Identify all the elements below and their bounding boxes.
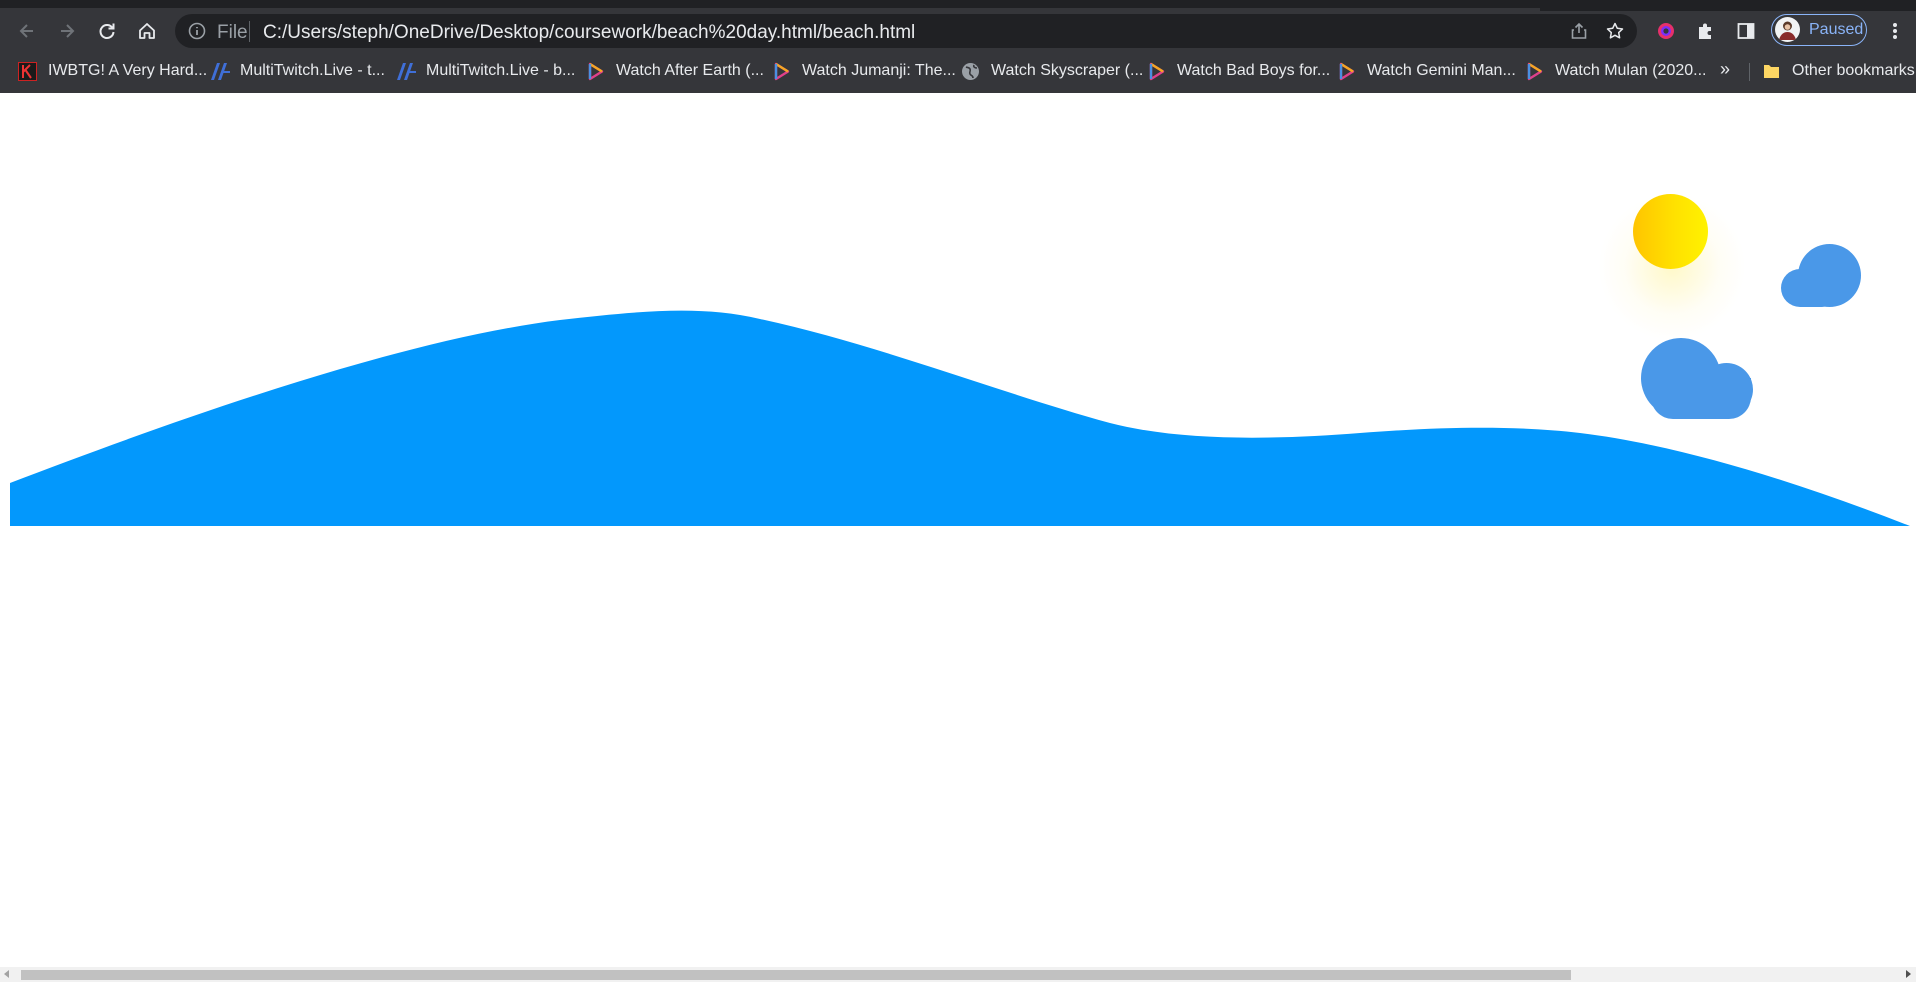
share-icon[interactable] (1569, 21, 1589, 46)
bookmark-label: Watch Skyscraper (... (991, 62, 1144, 79)
tab-strip (0, 0, 1916, 11)
arrow-left-icon (19, 24, 33, 38)
bookmark-item[interactable]: Watch Jumanji: The... (772, 59, 956, 83)
bookmark-item[interactable]: Watch Bad Boys for... (1147, 59, 1330, 83)
play-icon (586, 62, 605, 81)
globe-icon (961, 62, 980, 81)
bookmark-label: Watch Gemini Man... (1367, 62, 1516, 79)
bookmark-label: Watch Bad Boys for... (1177, 62, 1331, 79)
extensions-button[interactable] (1691, 16, 1721, 46)
reload-button[interactable] (92, 16, 122, 46)
ocean-wave (10, 310, 1910, 526)
other-bookmarks-label: Other bookmarks (1792, 62, 1915, 79)
bookmark-label: Watch Mulan (2020... (1555, 62, 1707, 79)
cloud-base (1651, 378, 1751, 419)
address-bar[interactable]: File C:/Users/steph/OneDrive/Desktop/cou… (175, 14, 1637, 48)
bookmark-label: MultiTwitch.Live - b... (426, 62, 576, 79)
extension-ring-button[interactable] (1651, 16, 1681, 46)
arrow-right-icon (61, 24, 75, 38)
bookmark-label: MultiTwitch.Live - t... (240, 62, 385, 79)
profile-status-label: Paused (1809, 21, 1864, 38)
ring-extension-icon (1658, 23, 1674, 39)
browser-menu-button[interactable] (1880, 16, 1910, 46)
k-logo-icon (18, 61, 37, 81)
cloud-small (1781, 244, 1862, 307)
bookmark-item[interactable]: Watch After Earth (... (586, 59, 764, 83)
sun (1633, 194, 1708, 269)
bookmark-item[interactable]: Watch Gemini Man... (1337, 59, 1516, 83)
play-icon (1147, 62, 1166, 81)
bookmark-star-icon[interactable] (1605, 21, 1625, 46)
other-bookmarks-folder[interactable]: Other bookmarks (1762, 59, 1915, 83)
reload-icon (99, 23, 115, 39)
cloud-base (1781, 269, 1841, 307)
beach-scene (0, 93, 1916, 967)
more-bookmarks-button[interactable]: » (1720, 59, 1730, 80)
scroll-right-arrow-icon[interactable] (1906, 970, 1911, 978)
bookmark-item[interactable]: Watch Skyscraper (... (961, 59, 1143, 83)
url-scheme-label: File (217, 22, 248, 43)
play-icon (772, 62, 791, 81)
bookmark-label: IWBTG! A Very Hard... (48, 62, 208, 79)
play-icon (1337, 62, 1356, 81)
puzzle-icon (1699, 23, 1711, 39)
bookmark-item[interactable]: MultiTwitch.Live - t... (210, 59, 385, 83)
scrollbar-thumb[interactable] (21, 970, 1571, 980)
scroll-left-arrow-icon[interactable] (4, 970, 9, 978)
bookmark-label: Watch After Earth (... (616, 62, 764, 79)
url-text[interactable]: C:/Users/steph/OneDrive/Desktop/coursewo… (263, 22, 915, 44)
avatar (1775, 17, 1800, 42)
side-panel-icon (1737, 23, 1755, 39)
bookmark-label: Watch Jumanji: The... (802, 62, 956, 79)
play-icon (1525, 62, 1544, 81)
site-info-icon[interactable] (187, 21, 207, 46)
browser-toolbar: File C:/Users/steph/OneDrive/Desktop/cou… (0, 11, 1916, 49)
profile-button[interactable]: Paused (1771, 14, 1867, 46)
more-vertical-icon (1893, 23, 1897, 39)
horizontal-scrollbar[interactable] (0, 967, 1916, 982)
side-panel-button[interactable] (1731, 16, 1761, 46)
back-button[interactable] (12, 16, 42, 46)
bookmark-item[interactable]: MultiTwitch.Live - b... (396, 59, 575, 83)
multitwitch-icon (210, 62, 230, 81)
bookmarks-bar: IWBTG! A Very Hard... MultiTwitch.Live -… (0, 49, 1916, 93)
folder-icon (1762, 62, 1781, 81)
home-icon (139, 23, 155, 39)
home-button[interactable] (132, 16, 162, 46)
multitwitch-icon (396, 62, 416, 81)
cloud-large (1641, 338, 1753, 420)
forward-button[interactable] (52, 16, 82, 46)
bookmark-item[interactable]: IWBTG! A Very Hard... (18, 59, 207, 83)
bookmark-item[interactable]: Watch Mulan (2020... (1525, 59, 1706, 83)
url-separator (249, 21, 250, 42)
bookmarks-divider (1749, 63, 1750, 81)
